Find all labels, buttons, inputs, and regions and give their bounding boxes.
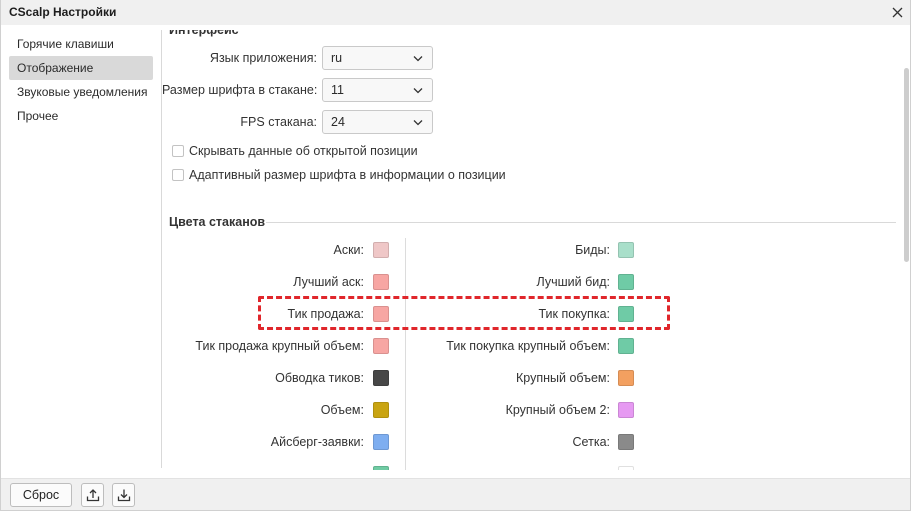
fps-select[interactable]: 24 (322, 110, 433, 134)
section-divider (266, 222, 896, 223)
select-value: 24 (331, 115, 345, 129)
sidebar-item-hotkeys[interactable]: Горячие клавиши (9, 32, 153, 56)
color-label: Аски: (333, 243, 364, 257)
window-title: CScalp Настройки (9, 5, 117, 19)
color-label: Крупный объем 2: (505, 403, 610, 417)
chevron-down-icon (413, 120, 423, 126)
color-item-iceberg: Айсберг-заявки: (162, 434, 389, 450)
export-button[interactable] (81, 483, 104, 507)
color-item-best-ask: Лучший аск: (162, 274, 389, 290)
sidebar-item-sound-notifications[interactable]: Звуковые уведомления (9, 80, 153, 104)
color-swatch-tick-buy-large[interactable] (618, 338, 634, 354)
chevron-down-icon (413, 56, 423, 62)
sidebar-item-display[interactable]: Отображение (9, 56, 153, 80)
color-label: Обводка тиков: (275, 371, 364, 385)
color-item-partial (162, 466, 389, 470)
color-label: Тик покупка крупный объем: (446, 339, 610, 353)
color-item-grid: Сетка: (412, 434, 634, 450)
color-swatch-tick-sell-large[interactable] (373, 338, 389, 354)
column-divider (405, 238, 406, 470)
footer-bar: Сброс (1, 478, 910, 510)
hide-position-data-checkbox[interactable] (172, 145, 184, 157)
color-label: Айсберг-заявки: (270, 435, 364, 449)
field-label-font-size: Размер шрифта в стакане: (162, 83, 318, 97)
color-swatch-partial[interactable] (373, 466, 389, 470)
color-label: Крупный объем: (516, 371, 610, 385)
color-swatch-tick-buy[interactable] (618, 306, 634, 322)
color-swatch-partial[interactable] (618, 466, 634, 470)
reset-button-label: Сброс (22, 488, 60, 502)
color-swatch-bids[interactable] (618, 242, 634, 258)
color-item-large-volume-2: Крупный объем 2: (412, 402, 634, 418)
color-item-asks: Аски: (162, 242, 389, 258)
color-swatch-large-volume-2[interactable] (618, 402, 634, 418)
sidebar-item-other[interactable]: Прочее (9, 104, 153, 128)
color-item-tick-sell: Тик продажа: (162, 306, 389, 322)
color-item-tick-sell-large: Тик продажа крупный объем: (162, 338, 389, 354)
scrollbar-thumb[interactable] (904, 68, 909, 262)
import-button[interactable] (112, 483, 135, 507)
reset-button[interactable]: Сброс (10, 483, 72, 507)
field-label-fps: FPS стакана: (240, 115, 317, 129)
color-item-volume: Объем: (162, 402, 389, 418)
color-label: Биды: (575, 243, 610, 257)
adaptive-font-size-checkbox[interactable] (172, 169, 184, 181)
section-heading-dom-colors: Цвета стаканов (169, 215, 266, 229)
color-label: Тик покупка: (538, 307, 610, 321)
color-label: Лучший аск: (293, 275, 364, 289)
color-label: Сетка: (572, 435, 610, 449)
font-size-select[interactable]: 11 (322, 78, 433, 102)
select-value: ru (331, 51, 343, 65)
download-icon (117, 489, 130, 502)
color-item-partial (412, 466, 634, 470)
close-button[interactable] (887, 2, 907, 22)
close-icon (892, 7, 902, 17)
color-label: Тик продажа: (287, 307, 364, 321)
upload-icon (86, 489, 99, 502)
select-value: 11 (331, 83, 344, 97)
color-swatch-tick-sell[interactable] (373, 306, 389, 322)
chevron-down-icon (413, 88, 423, 94)
color-swatch-tick-outline[interactable] (373, 370, 389, 386)
color-swatch-volume[interactable] (373, 402, 389, 418)
field-label-language: Язык приложения: (209, 51, 317, 65)
settings-content[interactable]: Интерфейс Язык приложения: ru Размер шри… (162, 30, 901, 470)
checkbox-label[interactable]: Адаптивный размер шрифта в информации о … (189, 167, 506, 183)
section-heading-interface: Интерфейс (169, 30, 239, 37)
settings-window: CScalp Настройки Горячие клавиши Отображ… (0, 0, 911, 511)
checkbox-label[interactable]: Скрывать данные об открытой позиции (189, 143, 418, 159)
color-item-best-bid: Лучший бид: (412, 274, 634, 290)
color-swatch-iceberg[interactable] (373, 434, 389, 450)
title-bar: CScalp Настройки (1, 0, 910, 25)
color-label: Лучший бид: (536, 275, 610, 289)
color-item-tick-buy-large: Тик покупка крупный объем: (412, 338, 634, 354)
color-label: Объем: (320, 403, 364, 417)
color-swatch-best-bid[interactable] (618, 274, 634, 290)
color-item-bids: Биды: (412, 242, 634, 258)
color-label: Тик продажа крупный объем: (195, 339, 364, 353)
color-item-tick-buy: Тик покупка: (412, 306, 634, 322)
color-item-tick-outline: Обводка тиков: (162, 370, 389, 386)
language-select[interactable]: ru (322, 46, 433, 70)
color-item-large-volume: Крупный объем: (412, 370, 634, 386)
color-swatch-asks[interactable] (373, 242, 389, 258)
color-swatch-grid[interactable] (618, 434, 634, 450)
color-swatch-large-volume[interactable] (618, 370, 634, 386)
color-swatch-best-ask[interactable] (373, 274, 389, 290)
